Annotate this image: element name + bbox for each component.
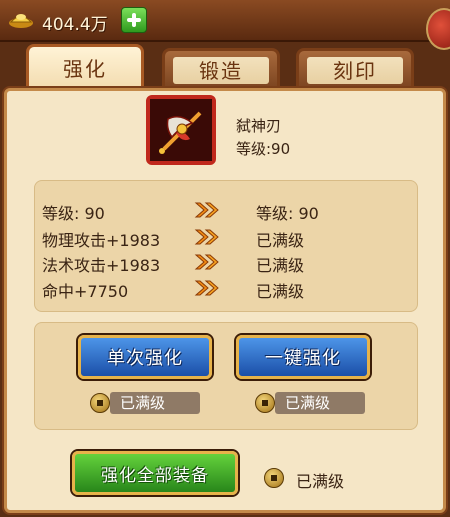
stat-next-magic-attack: 已满级 <box>256 256 305 275</box>
stat-current-magic-attack: 法术攻击+1983 <box>42 256 161 275</box>
onekey-cost-label: 已满级 <box>275 392 365 414</box>
double-arrow-icon <box>194 280 219 296</box>
stat-current-physical-attack: 物理攻击+1983 <box>42 231 161 250</box>
single-cost-label: 已满级 <box>110 392 200 414</box>
add-gold-button[interactable] <box>121 7 147 33</box>
stat-current-hit: 命中+7750 <box>42 282 129 301</box>
onekey-strengthen-button[interactable]: 一键强化 <box>236 335 370 379</box>
single-strengthen-button[interactable]: 单次强化 <box>78 335 212 379</box>
copper-coin-icon <box>264 468 284 488</box>
stat-next-hit: 已满级 <box>256 282 305 301</box>
tab-label: 刻印 <box>333 59 377 83</box>
item-slot[interactable] <box>146 95 216 165</box>
gold-amount: 404.4万 <box>42 15 108 35</box>
item-level: 等级:90 <box>236 140 291 158</box>
item-name: 弑神刃 <box>236 117 282 135</box>
button-label: 单次强化 <box>107 348 183 369</box>
close-orb-button[interactable] <box>426 8 450 50</box>
stat-next-level: 等级: 90 <box>256 204 319 223</box>
tab-strengthen[interactable]: 强化 <box>26 44 144 88</box>
tab-label: 强化 <box>63 57 107 81</box>
tab-engrave[interactable]: 刻印 <box>296 48 414 88</box>
copper-coin-icon <box>255 393 275 413</box>
blade-weapon-icon <box>150 99 212 161</box>
tab-label: 锻造 <box>199 59 243 83</box>
stat-current-level: 等级: 90 <box>42 204 105 223</box>
top-bar: 404.4万 <box>0 0 450 50</box>
tab-forge[interactable]: 锻造 <box>162 48 280 88</box>
copper-coin-icon <box>90 393 110 413</box>
double-arrow-icon <box>194 229 219 245</box>
gold-ingot-icon <box>9 14 33 28</box>
button-label: 强化全部装备 <box>101 465 209 486</box>
double-arrow-icon <box>194 202 219 218</box>
strengthen-all-button[interactable]: 强化全部装备 <box>72 451 238 495</box>
button-label: 一键强化 <box>265 348 341 369</box>
double-arrow-icon <box>194 254 219 270</box>
all-cost-label: 已满级 <box>296 472 345 491</box>
stat-next-physical-attack: 已满级 <box>256 231 305 250</box>
